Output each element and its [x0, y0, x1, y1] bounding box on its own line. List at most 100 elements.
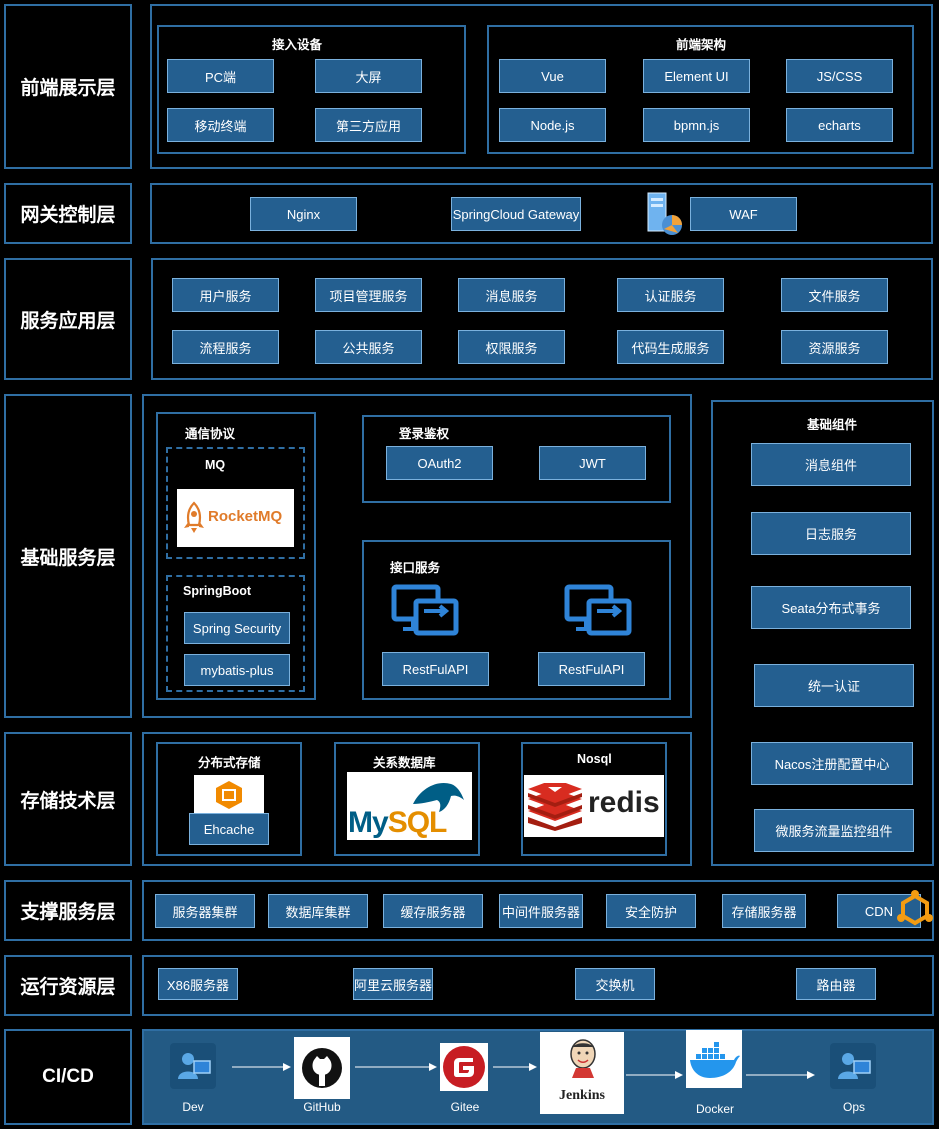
service-process: 流程服务 [172, 330, 279, 364]
layer-label-text: 支撑服务层 [20, 902, 116, 923]
jenkins-logo-text: Jenkins [559, 1088, 605, 1103]
service-resource: 资源服务 [781, 330, 888, 364]
layer-label-support: 支撑服务层 [4, 880, 132, 941]
layer-label-runtime: 运行资源层 [4, 955, 132, 1016]
docker-whale-icon [690, 1042, 740, 1078]
component-traffic-monitor: 微服务流量监控组件 [754, 809, 914, 852]
device-pc: PC端 [167, 59, 274, 93]
comm-title: 通信协议 [185, 427, 236, 441]
layer-label-text: 基础服务层 [20, 547, 116, 569]
device-third-party: 第三方应用 [315, 108, 422, 142]
jenkins-butler-icon [570, 1039, 596, 1078]
component-log: 日志服务 [751, 512, 911, 555]
mq-title: MQ [205, 458, 226, 472]
jenkins-logo: Jenkins [540, 1032, 624, 1114]
service-user: 用户服务 [172, 278, 279, 312]
rocket-icon [184, 501, 204, 533]
component-seata: Seata分布式事务 [751, 586, 911, 629]
api-restful-2: RestFulAPI [538, 652, 645, 686]
arch-title: 前端架构 [676, 38, 727, 52]
device-mobile: 移动终端 [167, 108, 274, 142]
auth-title: 登录鉴权 [399, 427, 450, 441]
runtime-x86: X86服务器 [158, 968, 238, 1000]
gateway-springcloud: SpringCloud Gateway [451, 197, 581, 231]
arch-vue: Vue [499, 59, 606, 93]
runtime-switch: 交换机 [575, 968, 655, 1000]
springboot-title: SpringBoot [183, 584, 252, 598]
support-middleware: 中间件服务器 [499, 894, 583, 928]
layer-label-text: 存储技术层 [20, 790, 116, 812]
cicd-github-label: GitHub [303, 1100, 341, 1114]
cicd-dev-label: Dev [182, 1100, 204, 1114]
dist-storage-title: 分布式存储 [198, 756, 261, 770]
redis-text: redis [588, 786, 660, 819]
device-big-screen: 大屏 [315, 59, 422, 93]
spring-security: Spring Security [184, 612, 290, 644]
developer-icon [178, 1053, 211, 1079]
gitee-icon [443, 1046, 485, 1088]
layer-label-base: 基础服务层 [4, 394, 132, 718]
api-title: 接口服务 [390, 561, 441, 575]
operator-icon [838, 1053, 871, 1079]
mysql-text: MySQL [348, 806, 448, 840]
mysql-text-my: My [348, 806, 389, 839]
service-common: 公共服务 [315, 330, 422, 364]
ehcache-logo-bg [194, 775, 264, 815]
service-codegen: 代码生成服务 [617, 330, 724, 364]
github-icon [302, 1048, 342, 1088]
arch-element-ui: Element UI [643, 59, 750, 93]
support-security: 安全防护 [606, 894, 696, 928]
cdn-network-icon [897, 890, 933, 926]
layer-label-text: CI/CD [42, 1066, 94, 1087]
component-unified-auth: 统一认证 [754, 664, 914, 707]
layer-label-storage: 存储技术层 [4, 732, 132, 866]
redis-logo: redis [524, 775, 664, 837]
ehcache-icon [216, 781, 242, 809]
rocketmq-text: RocketMQ [208, 508, 283, 525]
api-restful-1: RestFulAPI [382, 652, 489, 686]
nosql-title: Nosql [577, 752, 612, 766]
dev-icon-bg [170, 1043, 216, 1089]
github-logo-bg [294, 1037, 350, 1099]
mysql-text-sql: SQL [387, 806, 448, 839]
docker-logo-bg [686, 1030, 742, 1088]
service-file: 文件服务 [781, 278, 888, 312]
support-server-cluster: 服务器集群 [155, 894, 255, 928]
cicd-docker-label: Docker [695, 1102, 734, 1116]
cicd-gitee-label: Gitee [450, 1100, 480, 1114]
rocketmq-logo: RocketMQ [177, 489, 294, 547]
api-monitor-icon [391, 584, 459, 636]
arch-nodejs: Node.js [499, 108, 606, 142]
runtime-aliyun: 阿里云服务器 [353, 968, 433, 1000]
ops-icon-bg [830, 1043, 876, 1089]
layer-label-service: 服务应用层 [4, 258, 132, 380]
storage-ehcache: Ehcache [189, 813, 269, 845]
support-storage-server: 存储服务器 [722, 894, 806, 928]
components-title: 基础组件 [807, 418, 858, 432]
component-message: 消息组件 [751, 443, 911, 486]
arch-js-css: JS/CSS [786, 59, 893, 93]
support-cache-server: 缓存服务器 [383, 894, 483, 928]
redis-stack-icon [528, 783, 582, 831]
cicd-ops-label: Ops [842, 1100, 865, 1114]
layer-label-frontend: 前端展示层 [4, 4, 132, 169]
service-message: 消息服务 [458, 278, 565, 312]
firewall-server-icon [647, 192, 682, 235]
service-permission: 权限服务 [458, 330, 565, 364]
component-nacos: Nacos注册配置中心 [751, 742, 913, 785]
api-monitor-icon [564, 584, 632, 636]
layer-label-text: 前端展示层 [20, 78, 116, 99]
gitee-logo-bg [440, 1043, 488, 1091]
layer-label-text: 服务应用层 [20, 310, 116, 332]
gateway-nginx: Nginx [250, 197, 357, 231]
arch-echarts: echarts [786, 108, 893, 142]
mysql-logo: MySQL [347, 772, 472, 840]
relational-db-title: 关系数据库 [373, 756, 436, 770]
runtime-router: 路由器 [796, 968, 876, 1000]
auth-oauth2: OAuth2 [386, 446, 493, 480]
mybatis-plus: mybatis-plus [184, 654, 290, 686]
layer-label-text: 运行资源层 [20, 977, 116, 998]
service-project: 项目管理服务 [315, 278, 422, 312]
support-db-cluster: 数据库集群 [268, 894, 368, 928]
service-auth: 认证服务 [617, 278, 724, 312]
